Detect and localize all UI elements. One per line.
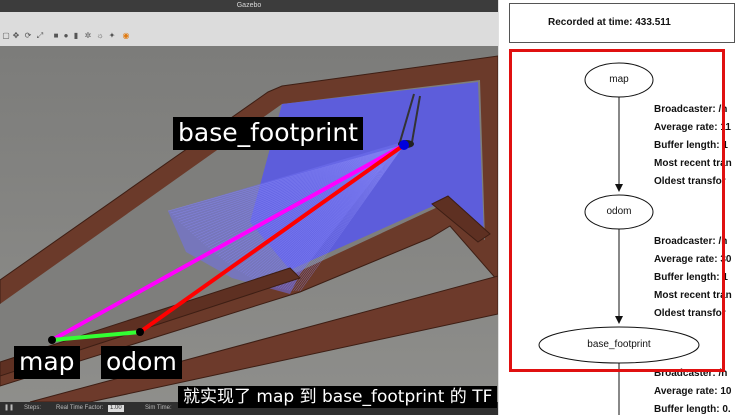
screenshot-icon[interactable]: ◉ bbox=[122, 32, 130, 40]
tf-tree-panel: Recorded at time: 433.511 map odom base_… bbox=[498, 0, 736, 415]
buffer-length-text: Buffer length: 0. bbox=[654, 404, 731, 415]
window-title: Gazebo bbox=[0, 0, 498, 12]
odom-frame-origin bbox=[136, 328, 144, 336]
sphere-shape-icon[interactable]: ● bbox=[62, 32, 70, 40]
odom-label: odom bbox=[101, 346, 182, 379]
select-mode-icon[interactable]: ▢ bbox=[2, 32, 10, 40]
map-frame-origin bbox=[48, 336, 56, 344]
translate-mode-icon[interactable]: ✥ bbox=[12, 32, 20, 40]
directional-light-icon[interactable]: ✦ bbox=[108, 32, 116, 40]
base-footprint-origin bbox=[399, 140, 409, 150]
scale-mode-icon[interactable]: ⤢ bbox=[36, 32, 44, 40]
map-label: map bbox=[14, 346, 80, 379]
box-shape-icon[interactable]: ■ bbox=[52, 32, 60, 40]
video-subtitle: 就实现了 map 到 base_footprint 的 TF bbox=[178, 386, 498, 408]
toolbar: ▢ ✥ ⟳ ⤢ ■ ● ▮ ✲ ☼ ✦ ◉ bbox=[0, 12, 498, 47]
sim-time-label: Sim Time: bbox=[145, 405, 172, 411]
spot-light-icon[interactable]: ☼ bbox=[96, 32, 104, 40]
cylinder-shape-icon[interactable]: ▮ bbox=[72, 32, 80, 40]
real-time-factor-label: Real Time Factor: bbox=[56, 405, 104, 411]
steps-label: Steps: bbox=[24, 405, 42, 411]
base-footprint-label: base_footprint bbox=[173, 117, 364, 150]
highlight-box bbox=[509, 49, 725, 372]
gazebo-window: Gazebo ▢ ✥ ⟳ ⤢ ■ ● ▮ ✲ ☼ ✦ ◉ base_footpr… bbox=[0, 0, 498, 415]
average-rate-text: Average rate: 10 bbox=[654, 386, 732, 397]
point-light-icon[interactable]: ✲ bbox=[84, 32, 92, 40]
rotate-mode-icon[interactable]: ⟳ bbox=[24, 32, 32, 40]
pause-icon[interactable]: ❚❚ bbox=[4, 402, 14, 415]
real-time-factor-value: 1.00 bbox=[108, 405, 124, 412]
base-edge-info: Broadcaster: /h Average rate: 10 Buffer … bbox=[654, 365, 731, 415]
